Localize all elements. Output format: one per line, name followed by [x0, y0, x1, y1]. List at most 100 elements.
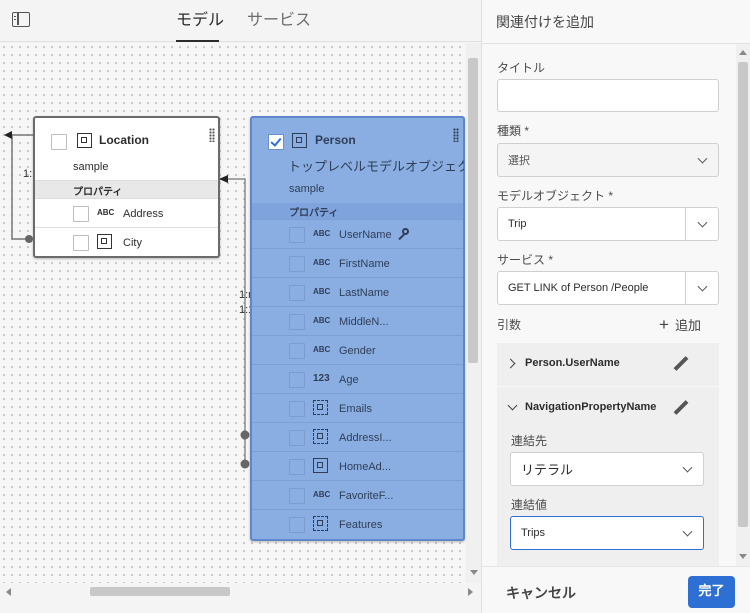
- location-title: Location: [99, 133, 149, 147]
- person-description: トップレベルモデルオブジェクト: [288, 160, 464, 175]
- property-checkbox[interactable]: [73, 206, 89, 222]
- string-type-icon: ABC: [97, 208, 115, 217]
- argument-item-collapsed[interactable]: Person.UserName: [497, 343, 719, 386]
- done-button[interactable]: 完了: [688, 576, 735, 608]
- property-row[interactable]: ABC MiddleN...: [252, 306, 463, 335]
- property-checkbox[interactable]: [289, 285, 305, 301]
- property-row[interactable]: ABC FirstName: [252, 248, 463, 277]
- property-row[interactable]: ABC LastName: [252, 277, 463, 306]
- chevron-down-icon: [682, 526, 693, 537]
- drag-handle-icon[interactable]: [453, 128, 459, 142]
- binding-to-select[interactable]: リテラル: [510, 452, 704, 486]
- property-row[interactable]: ABC Address: [35, 198, 218, 227]
- dropdown-button[interactable]: [685, 272, 718, 304]
- canvas-toolbar: モデル サービス: [0, 0, 481, 42]
- scroll-right-arrow-icon[interactable]: [468, 588, 473, 596]
- canvas-horizontal-scrollbar[interactable]: [0, 583, 481, 600]
- property-row[interactable]: ABC FavoriteF...: [252, 480, 463, 509]
- chevron-down-icon: [697, 217, 708, 228]
- property-checkbox[interactable]: [289, 517, 305, 533]
- chevron-down-icon[interactable]: [507, 400, 518, 411]
- property-checkbox[interactable]: [289, 227, 305, 243]
- property-checkbox[interactable]: [289, 372, 305, 388]
- model-canvas[interactable]: モデル サービス 1:1 1:n 1:1 Location sample プロパ…: [0, 0, 481, 613]
- property-name: Features: [339, 519, 383, 531]
- property-name: Age: [339, 374, 359, 386]
- panel-scrollbar[interactable]: [736, 44, 750, 566]
- key-icon: [398, 228, 409, 241]
- property-row[interactable]: Features: [252, 509, 463, 538]
- property-checkbox[interactable]: [289, 459, 305, 475]
- panel-footer: キャンセル 完了: [482, 566, 750, 613]
- association-connectors: [4, 131, 250, 469]
- property-row[interactable]: City: [35, 227, 218, 256]
- service-select[interactable]: GET LINK of Person /People: [497, 271, 719, 305]
- argument-name: Person.UserName: [525, 357, 620, 369]
- add-argument-button[interactable]: + 追加: [659, 315, 701, 335]
- service-field-label: サービス *: [497, 253, 554, 267]
- panel-title: 関連付けを追加: [496, 15, 594, 31]
- string-type-icon: ABC: [313, 287, 331, 296]
- tab-model[interactable]: モデル: [176, 6, 224, 30]
- property-name: AddressI...: [339, 432, 392, 444]
- property-checkbox[interactable]: [289, 314, 305, 330]
- string-type-icon: ABC: [313, 345, 331, 354]
- string-type-icon: ABC: [313, 229, 331, 238]
- scroll-left-arrow-icon[interactable]: [6, 588, 11, 596]
- argument-name: NavigationPropertyName: [525, 401, 657, 413]
- scroll-up-arrow-icon[interactable]: [739, 50, 747, 55]
- property-row[interactable]: Emails: [252, 393, 463, 422]
- cancel-button[interactable]: キャンセル: [506, 583, 576, 603]
- model-object-select[interactable]: Trip: [497, 207, 719, 241]
- entity-type-icon: [292, 133, 307, 148]
- property-row[interactable]: ABC Gender: [252, 335, 463, 364]
- location-entity-node[interactable]: Location sample プロパティ ABC Address City: [33, 116, 220, 258]
- person-entity-node[interactable]: Person トップレベルモデルオブジェクト sample プロパティ ABC U…: [250, 116, 465, 541]
- sidebar-toggle-icon[interactable]: [12, 12, 30, 27]
- edit-pencil-icon[interactable]: [673, 400, 689, 415]
- scroll-thumb[interactable]: [468, 58, 478, 363]
- scroll-thumb[interactable]: [90, 587, 230, 596]
- binding-value-label: 連結値: [511, 498, 548, 512]
- drag-handle-icon[interactable]: [209, 128, 215, 142]
- property-checkbox[interactable]: [289, 256, 305, 272]
- scroll-down-arrow-icon[interactable]: [470, 570, 478, 575]
- type-select[interactable]: 選択: [497, 143, 719, 177]
- person-title: Person: [315, 133, 356, 147]
- property-checkbox[interactable]: [289, 343, 305, 359]
- complex-type-icon: [313, 458, 328, 473]
- argument-item-expanded[interactable]: NavigationPropertyName 連結先 リテラル 連結値 Trip…: [497, 387, 719, 567]
- binding-value-select[interactable]: Trips: [510, 516, 704, 550]
- person-section-label: プロパティ: [289, 208, 339, 219]
- chevron-down-icon: [697, 153, 708, 164]
- property-checkbox[interactable]: [289, 488, 305, 504]
- scroll-thumb[interactable]: [738, 62, 748, 527]
- chevron-right-icon[interactable]: [505, 358, 516, 369]
- scroll-down-arrow-icon[interactable]: [739, 554, 747, 559]
- property-name: LastName: [339, 287, 390, 299]
- property-row[interactable]: AddressI...: [252, 422, 463, 451]
- canvas-vertical-scrollbar[interactable]: [466, 43, 481, 583]
- binding-to-label: 連結先: [511, 434, 548, 448]
- complex-list-type-icon: [313, 400, 328, 415]
- property-name: HomeAd...: [339, 461, 391, 473]
- tab-service[interactable]: サービス: [247, 6, 311, 30]
- property-name: City: [123, 237, 142, 249]
- person-subtitle: sample: [289, 183, 325, 195]
- edit-pencil-icon[interactable]: [673, 356, 689, 371]
- person-select-checkbox[interactable]: [268, 134, 284, 150]
- property-row[interactable]: HomeAd...: [252, 451, 463, 480]
- property-checkbox[interactable]: [73, 235, 89, 251]
- dropdown-button[interactable]: [685, 208, 718, 240]
- panel-divider: [482, 43, 750, 44]
- property-checkbox[interactable]: [289, 430, 305, 446]
- person-properties-header: プロパティ: [252, 203, 463, 219]
- arguments-label: 引数: [497, 318, 522, 332]
- property-checkbox[interactable]: [289, 401, 305, 417]
- add-association-panel: 関連付けを追加 タイトル 種類 * 選択 モデルオブジェクト * Trip サー…: [481, 0, 750, 613]
- title-input[interactable]: [497, 79, 719, 112]
- string-type-icon: ABC: [313, 258, 331, 267]
- location-select-checkbox[interactable]: [51, 134, 67, 150]
- property-row[interactable]: ABC UserName: [252, 219, 463, 248]
- property-row[interactable]: 123 Age: [252, 364, 463, 393]
